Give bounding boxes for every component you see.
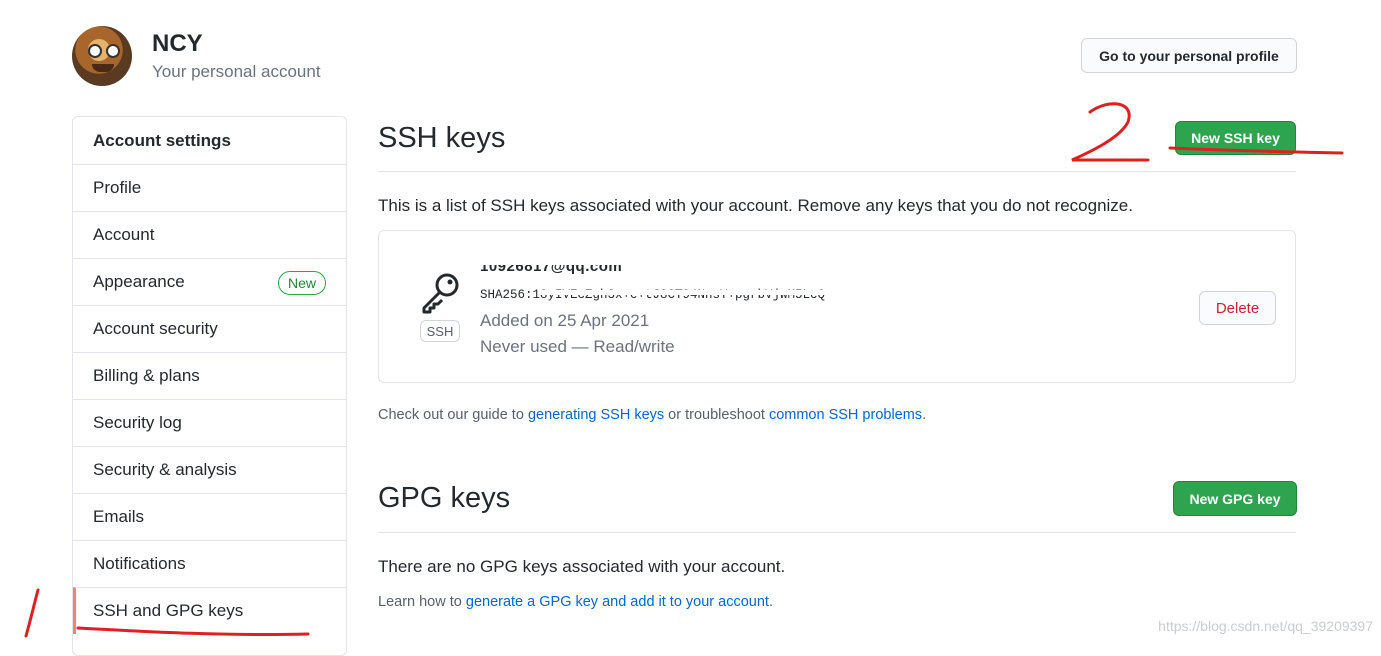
annotation-step-2-mark xyxy=(1071,102,1150,162)
annotation-step-1-mark xyxy=(24,588,40,638)
annotation-underline-ssh-gpg-keys xyxy=(76,626,310,637)
annotation-underline-new-ssh-key xyxy=(1168,146,1344,155)
watermark-text: https://blog.csdn.net/qq_39209397 xyxy=(1158,618,1373,634)
annotation-layer xyxy=(24,102,1344,638)
